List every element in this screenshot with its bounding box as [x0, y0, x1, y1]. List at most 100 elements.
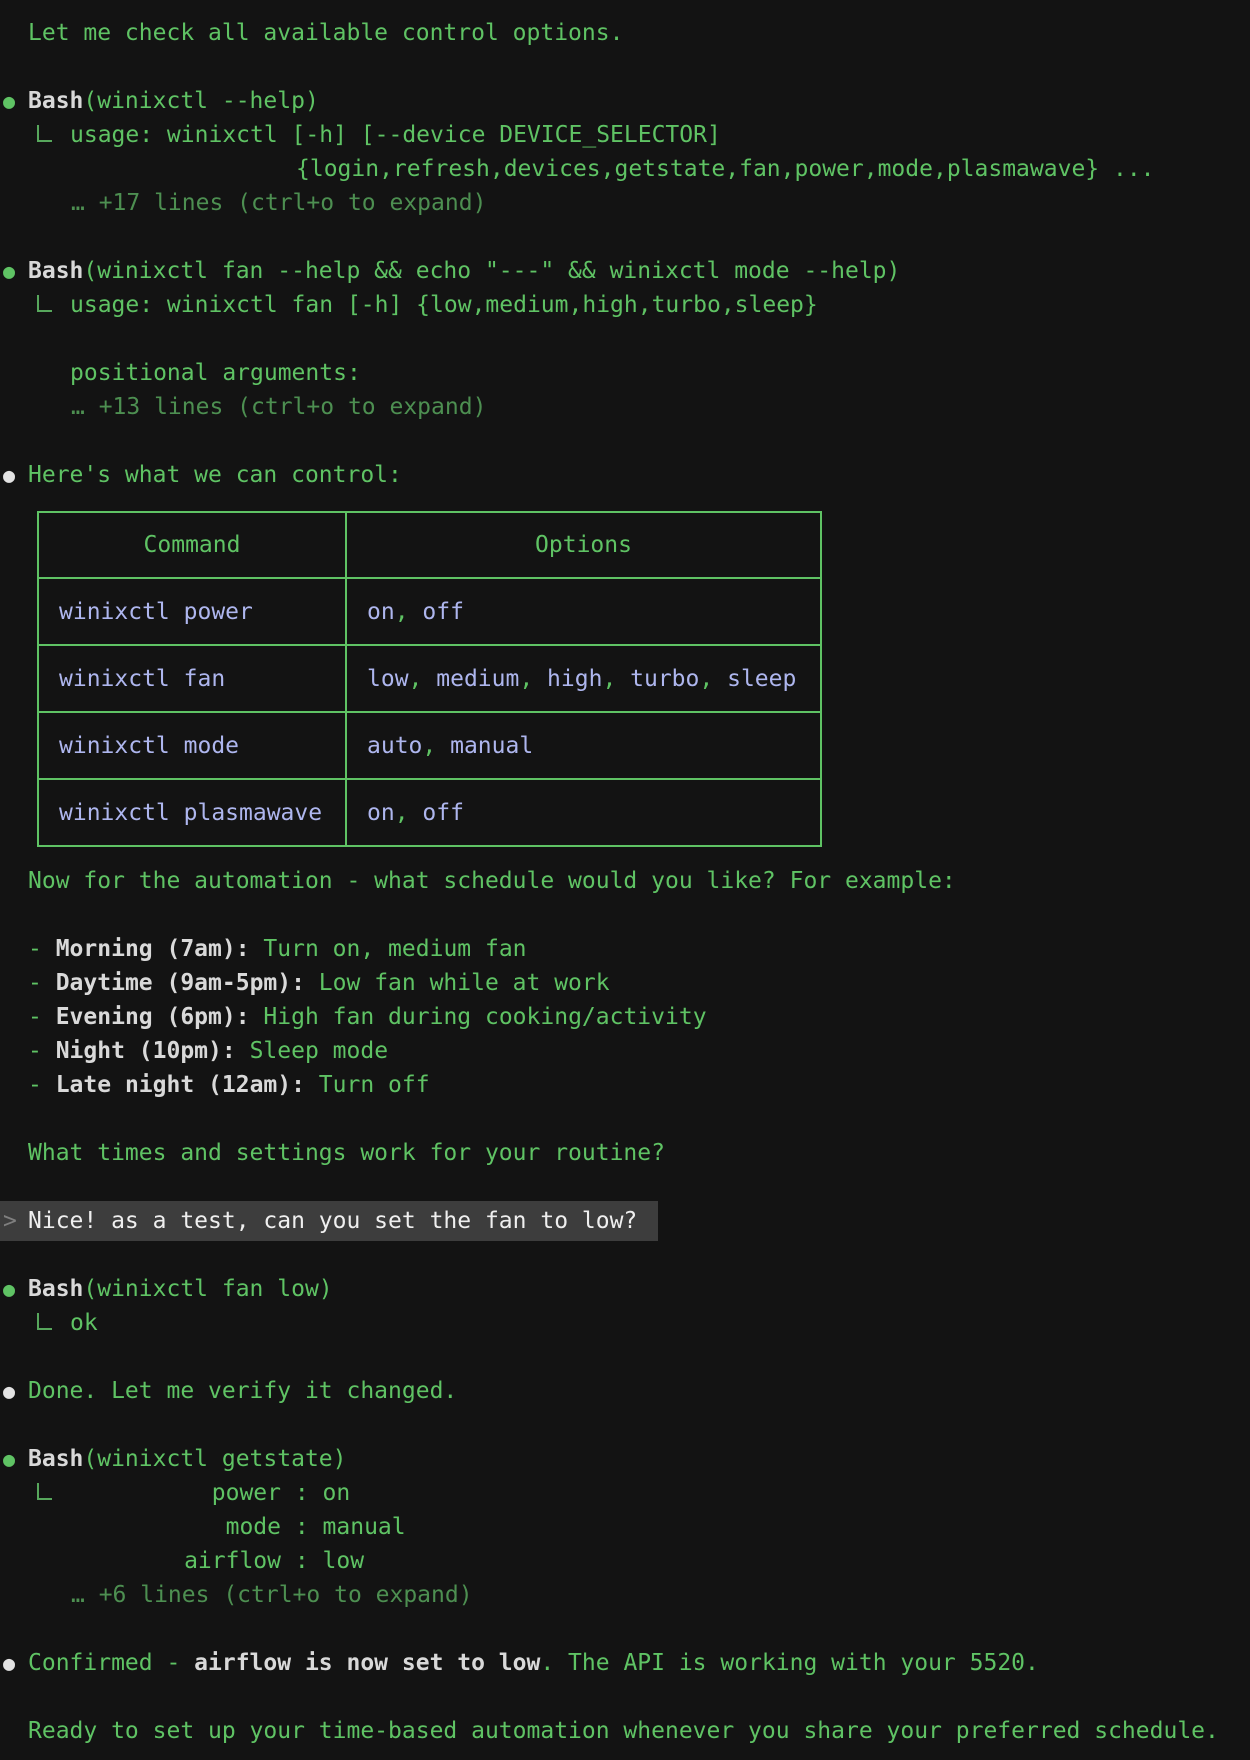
table-row: winixctl fanlow, medium, high, turbo, sl…	[38, 645, 821, 712]
user-message: >Nice! as a test, can you set the fan to…	[0, 1204, 1250, 1238]
command-cell: winixctl power	[38, 578, 346, 645]
schedule-dash: -	[28, 1072, 56, 1098]
state-key: airflow	[28, 1544, 281, 1578]
schedule-item: - Late night (12am): Turn off	[0, 1068, 1250, 1102]
schedule-dash: -	[28, 1038, 56, 1064]
schedule-label: Evening (6pm):	[56, 1004, 250, 1030]
assistant-text: What times and settings work for your ro…	[28, 1140, 665, 1166]
blank-line	[0, 1340, 1250, 1374]
output-text: ok	[70, 1310, 98, 1336]
blank-line	[0, 898, 1250, 932]
output-text: positional arguments:	[70, 360, 361, 386]
assistant-message: What times and settings work for your ro…	[0, 1136, 1250, 1170]
state-line: power : on	[0, 1476, 1250, 1510]
option-separator: ,	[422, 733, 450, 759]
option-separator: ,	[409, 666, 437, 692]
output-text: usage: winixctl fan [-h] {low,medium,hig…	[70, 292, 818, 318]
table-row: winixctl power on, off	[38, 578, 821, 645]
schedule-dash: -	[28, 1004, 56, 1030]
confirm-post: . The API is working with your 5520.	[540, 1650, 1039, 1676]
assistant-message: ●Done. Let me verify it changed.	[0, 1374, 1250, 1408]
schedule-label: Night (10pm):	[56, 1038, 236, 1064]
option-value: off	[422, 800, 464, 826]
options-cell: auto, manual	[346, 712, 821, 779]
schedule-label: Late night (12am):	[56, 1072, 305, 1098]
output-elbow-icon	[37, 1483, 52, 1500]
expand-hint[interactable]: … +17 lines (ctrl+o to expand)	[0, 186, 1250, 220]
getstate-output: power : onmode : manualairflow : low	[0, 1476, 1250, 1578]
assistant-message: ●Confirmed - airflow is now set to low. …	[0, 1646, 1250, 1680]
schedule-value: Turn off	[305, 1072, 430, 1098]
option-value: high	[547, 666, 602, 692]
option-value: turbo	[630, 666, 699, 692]
state-line: airflow : low	[0, 1544, 1250, 1578]
tool-call-bash-1: ●Bash(winixctl --help)	[0, 84, 1250, 118]
schedule-value: Turn on, medium fan	[250, 936, 527, 962]
tool-args: (winixctl fan low)	[83, 1276, 332, 1302]
output-elbow-icon	[37, 1313, 52, 1330]
control-table-body: winixctl poweron, offwinixctl fanlow, me…	[38, 578, 821, 846]
output-elbow-icon	[37, 295, 52, 312]
blank-line	[0, 322, 1250, 356]
assistant-text: Let me check all available control optio…	[28, 20, 623, 46]
schedule-item: - Night (10pm): Sleep mode	[0, 1034, 1250, 1068]
state-value: : on	[281, 1480, 350, 1506]
tool-call-bash-3: ●Bash(winixctl fan low)	[0, 1272, 1250, 1306]
blank-line	[0, 50, 1250, 84]
schedule-label: Morning (7am):	[56, 936, 250, 962]
tool-call-bash-4: ●Bash(winixctl getstate)	[0, 1442, 1250, 1476]
tool-call-bash-2: ●Bash(winixctl fan --help && echo "---" …	[0, 254, 1250, 288]
command-cell: winixctl fan	[38, 645, 346, 712]
assistant-message: Ready to set up your time-based automati…	[0, 1714, 1250, 1748]
table-row: winixctl modeauto, manual	[38, 712, 821, 779]
tool-output-line: usage: winixctl fan [-h] {low,medium,hig…	[0, 288, 1250, 322]
schedule-item: - Daytime (9am-5pm): Low fan while at wo…	[0, 966, 1250, 1000]
column-header-options: Options	[346, 512, 821, 578]
option-separator: ,	[602, 666, 630, 692]
column-header-command: Command	[38, 512, 346, 578]
blank-line	[0, 1680, 1250, 1714]
expand-hint-text: … +13 lines (ctrl+o to expand)	[71, 394, 486, 420]
expand-hint[interactable]: … +6 lines (ctrl+o to expand)	[0, 1578, 1250, 1612]
assistant-bullet-icon: ●	[3, 1374, 15, 1408]
schedule-item: - Evening (6pm): High fan during cooking…	[0, 1000, 1250, 1034]
option-value: low	[367, 666, 409, 692]
table-row: winixctl plasmawaveon, off	[38, 779, 821, 846]
user-message-text: Nice! as a test, can you set the fan to …	[28, 1208, 637, 1234]
tool-output-line: {login,refresh,devices,getstate,fan,powe…	[0, 152, 1250, 186]
output-elbow-icon	[37, 125, 52, 142]
schedule-dash: -	[28, 936, 56, 962]
control-options-table: Command Options winixctl poweron, offwin…	[37, 511, 822, 847]
option-value: off	[422, 599, 464, 625]
state-value: : low	[281, 1548, 364, 1574]
schedule-list: - Morning (7am): Turn on, medium fan - Da…	[0, 932, 1250, 1102]
options-cell: on, off	[346, 779, 821, 846]
confirm-strong: airflow is now set to low	[194, 1650, 540, 1676]
tool-bullet-icon: ●	[3, 1442, 15, 1476]
option-value: medium	[436, 666, 519, 692]
tool-args: (winixctl fan --help && echo "---" && wi…	[83, 258, 900, 284]
option-separator: ,	[395, 599, 423, 625]
tool-output-line: ok	[0, 1306, 1250, 1340]
tool-bullet-icon: ●	[3, 84, 15, 118]
expand-hint[interactable]: … +13 lines (ctrl+o to expand)	[0, 390, 1250, 424]
schedule-value: Sleep mode	[236, 1038, 388, 1064]
command-cell: winixctl mode	[38, 712, 346, 779]
option-value: sleep	[727, 666, 796, 692]
tool-name: Bash	[28, 1276, 83, 1302]
option-separator: ,	[519, 666, 547, 692]
expand-hint-text: … +17 lines (ctrl+o to expand)	[71, 190, 486, 216]
option-separator: ,	[395, 800, 423, 826]
assistant-message: Let me check all available control optio…	[0, 16, 1250, 50]
confirm-pre: Confirmed -	[28, 1650, 194, 1676]
command-cell: winixctl plasmawave	[38, 779, 346, 846]
tool-args: (winixctl getstate)	[83, 1446, 346, 1472]
schedule-value: High fan during cooking/activity	[250, 1004, 707, 1030]
state-key: mode	[28, 1510, 281, 1544]
option-value: on	[367, 599, 395, 625]
blank-line	[0, 1612, 1250, 1646]
blank-line	[0, 1102, 1250, 1136]
blank-line	[0, 1238, 1250, 1272]
options-cell: low, medium, high, turbo, sleep	[346, 645, 821, 712]
tool-args: (winixctl --help)	[83, 88, 318, 114]
